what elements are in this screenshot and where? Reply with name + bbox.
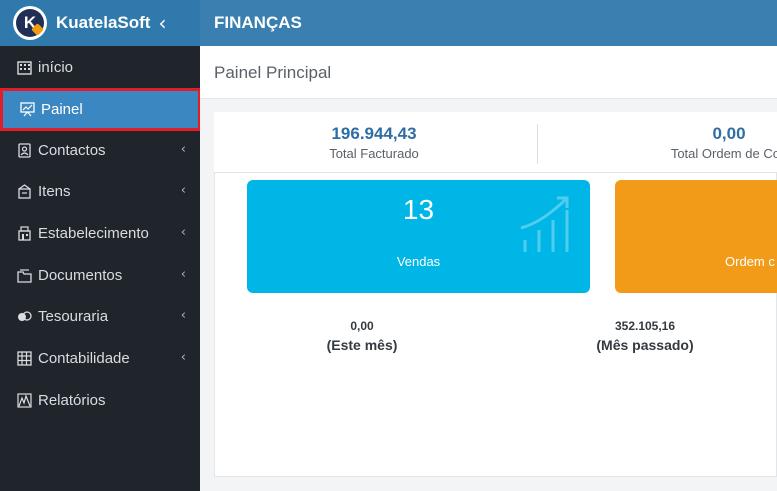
sidebar-item-itens[interactable]: Itens ‹ — [0, 172, 200, 210]
sidebar-item-label: Estabelecimento — [38, 224, 149, 242]
sidebar-item-documentos[interactable]: Documentos ‹ — [0, 256, 200, 294]
documents-icon — [16, 267, 32, 283]
chevron-left-icon: ‹ — [180, 267, 186, 282]
chevron-left-icon[interactable]: ‹ — [158, 11, 166, 35]
box-icon — [16, 183, 32, 199]
chevron-left-icon: ‹ — [180, 350, 186, 365]
brand-name: KuatelaSoft — [56, 13, 151, 32]
chart-growth-icon — [520, 196, 569, 252]
sidebar-item-estabelecimento[interactable]: Estabelecimento ‹ — [0, 214, 200, 252]
card-caption: Ordem c — [725, 254, 775, 269]
sidebar-item-label: Contactos — [38, 141, 106, 159]
presentation-icon — [19, 102, 35, 118]
sidebar-item-relatorios[interactable]: Relatórios — [0, 381, 200, 419]
card-caption: Vendas — [396, 254, 441, 269]
store-icon — [16, 225, 32, 241]
period-label: (Este mês) — [326, 337, 398, 353]
logo-mark: K — [16, 9, 44, 37]
period-value: 0,00 — [350, 319, 374, 333]
building-icon — [16, 59, 32, 75]
sidebar-item-label: Documentos — [38, 266, 123, 284]
sidebar: início Painel Contactos ‹ Itens ‹ Estabe… — [0, 46, 201, 491]
sidebar-item-tesouraria[interactable]: Tesouraria ‹ — [0, 297, 200, 335]
title-bar: Painel Principal — [200, 46, 777, 99]
sidebar-item-inicio[interactable]: início — [0, 48, 200, 86]
sidebar-item-contactos[interactable]: Contactos ‹ — [0, 131, 200, 169]
stat-label: Total Facturado — [329, 146, 419, 161]
period-este-mes: 0,00 (Este mês) — [307, 319, 417, 353]
period-label: (Mês passado) — [596, 337, 694, 353]
stat-label: Total Ordem de Con — [670, 146, 777, 161]
section-title: FINANÇAS — [214, 13, 302, 32]
stat-total-facturado: 196.944,43 Total Facturado — [274, 124, 474, 161]
chevron-left-icon: ‹ — [180, 225, 186, 240]
main-content: Painel Principal 196.944,43 Total Factur… — [200, 46, 777, 491]
chevron-left-icon: ‹ — [180, 142, 186, 157]
stat-value: 196.944,43 — [331, 124, 417, 143]
coins-icon — [16, 308, 32, 324]
sidebar-item-label: Itens — [38, 182, 71, 200]
period-value: 352.105,16 — [614, 319, 676, 333]
contacts-icon — [16, 142, 32, 158]
ledger-icon — [16, 350, 32, 366]
divider — [537, 124, 538, 164]
sidebar-item-contabilidade[interactable]: Contabilidade ‹ — [0, 339, 200, 377]
card-ordem[interactable]: Ordem c — [615, 180, 777, 293]
sidebar-item-label: Relatórios — [38, 391, 106, 409]
period-mes-passado: 352.105,16 (Mês passado) — [575, 319, 715, 353]
sidebar-item-painel[interactable]: Painel — [0, 88, 201, 131]
sidebar-item-label: Painel — [41, 101, 83, 118]
reports-icon — [16, 392, 32, 408]
chevron-left-icon: ‹ — [180, 183, 186, 198]
chevron-left-icon: ‹ — [180, 308, 186, 323]
sidebar-item-label: Contabilidade — [38, 349, 130, 367]
sidebar-item-label: início — [38, 58, 74, 76]
page-title: Painel Principal — [214, 63, 332, 82]
stats-strip: 196.944,43 Total Facturado 0,00 Total Or… — [214, 112, 777, 172]
logo: K — [13, 6, 47, 40]
brand: K KuatelaSoft ‹ — [0, 0, 200, 46]
dashboard-panel: 13 Vendas Ordem c 0,00 (Este mês) 352.10… — [214, 172, 777, 477]
stat-total-ordem: 0,00 Total Ordem de Con — [624, 124, 777, 161]
top-bar: K KuatelaSoft ‹ FINANÇAS — [0, 0, 777, 46]
stat-value: 0,00 — [712, 124, 746, 143]
card-vendas[interactable]: 13 Vendas — [247, 180, 590, 293]
sidebar-item-label: Tesouraria — [38, 307, 109, 325]
